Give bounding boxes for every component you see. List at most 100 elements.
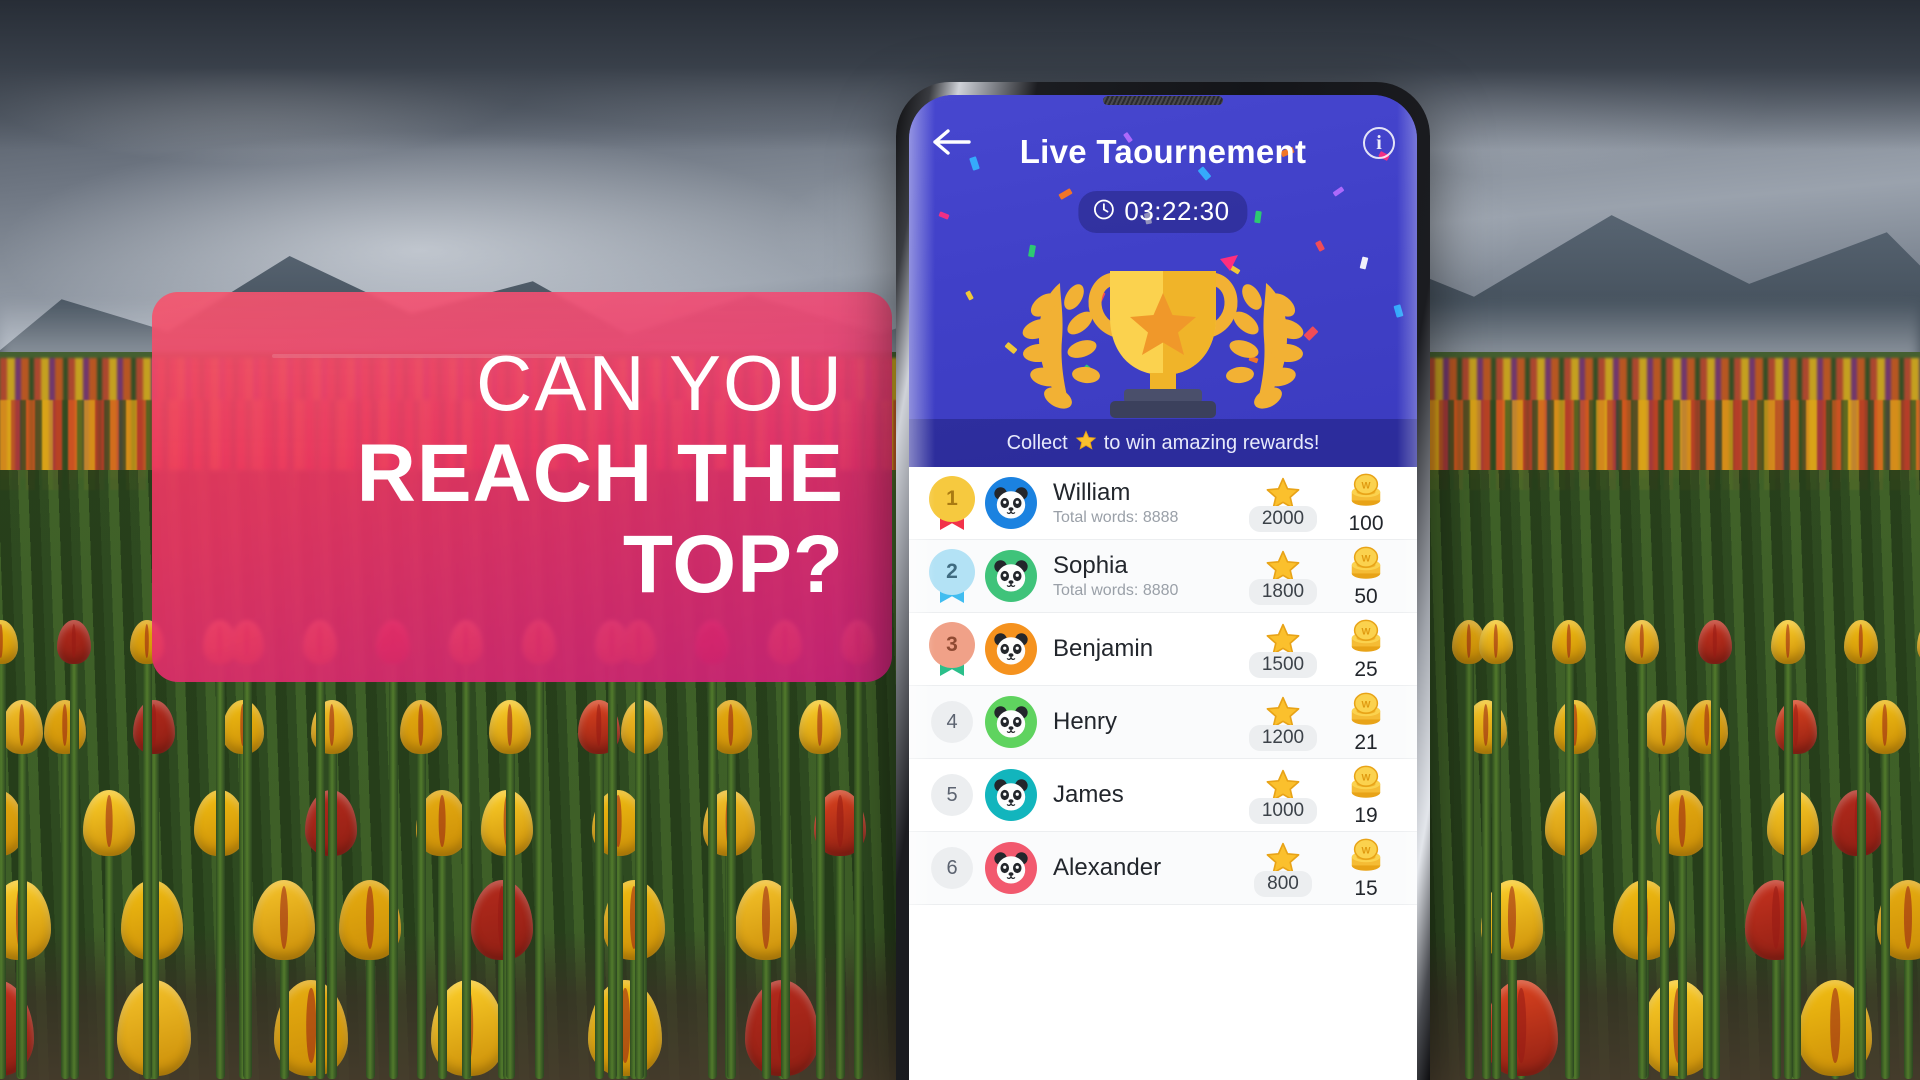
rank-number: 6 (931, 847, 973, 889)
star-icon (1075, 429, 1097, 457)
leaderboard-row[interactable]: 1 William Total words: 8888 2000 W 100 (909, 467, 1417, 540)
confetti-piece (965, 290, 974, 301)
player-name: James (1053, 781, 1124, 809)
coin-reward-value: 21 (1354, 730, 1378, 754)
svg-text:W: W (1362, 699, 1371, 710)
confetti-piece (1359, 256, 1369, 270)
coin-stack-icon: W (1344, 765, 1388, 805)
svg-text:W: W (1362, 845, 1371, 856)
coin-stack-icon: W (1344, 692, 1388, 732)
avatar[interactable] (985, 550, 1037, 602)
rank-number: 5 (931, 774, 973, 816)
medal-badge-3: 3 (929, 622, 975, 676)
leaderboard[interactable]: 1 William Total words: 8888 2000 W 100 2 Sophia… (909, 467, 1417, 1080)
coin-reward-cell: W 100 (1325, 471, 1407, 536)
coin-stack-icon: W (1344, 546, 1388, 586)
confetti-piece (1254, 210, 1262, 224)
arrow-left-icon[interactable] (931, 125, 971, 159)
timer-value: 03:22:30 (1124, 196, 1230, 226)
promo-line-2: REACH THE (356, 427, 844, 519)
trophy-icon (998, 235, 1328, 420)
coin-reward-cell: W 25 (1325, 617, 1407, 682)
player-info: Benjamin (1037, 635, 1241, 663)
phone-screen: Live Taournement i 03:22:30 Collect to w… (909, 95, 1417, 1080)
coin-reward-value: 19 (1354, 803, 1378, 827)
medal-rank-number: 1 (929, 476, 975, 522)
leaderboard-row[interactable]: 6 Alexander 800 W 15 (909, 832, 1417, 905)
coin-reward-value: 100 (1348, 511, 1384, 535)
collect-prefix: Collect (1006, 431, 1068, 454)
confetti-piece (938, 211, 950, 220)
confetti-piece (1332, 186, 1345, 197)
player-info: Sophia Total words: 8880 (1037, 552, 1241, 600)
coin-reward-cell: W 19 (1325, 763, 1407, 828)
star-score-cell: 1500 (1241, 621, 1325, 678)
svg-text:W: W (1362, 772, 1371, 783)
medal-rank-number: 3 (929, 622, 975, 668)
avatar[interactable] (985, 696, 1037, 748)
info-icon[interactable]: i (1363, 127, 1395, 159)
leaderboard-row[interactable]: 3 Benjamin 1500 W 25 (909, 613, 1417, 686)
star-score-cell: 1200 (1241, 694, 1325, 751)
avatar[interactable] (985, 623, 1037, 675)
player-info: Alexander (1037, 854, 1241, 882)
app-header: Live Taournement i 03:22:30 Collect to w… (909, 95, 1417, 467)
player-subtitle: Total words: 8888 (1053, 508, 1179, 526)
coin-reward-value: 25 (1354, 657, 1378, 681)
player-name: Benjamin (1053, 635, 1154, 663)
medal-rank-number: 2 (929, 549, 975, 595)
coin-reward-cell: W 50 (1325, 544, 1407, 609)
rank-cell: 5 (923, 774, 981, 816)
leaderboard-row[interactable]: 4 Henry 1200 W 21 (909, 686, 1417, 759)
star-score-cell: 2000 (1241, 475, 1325, 532)
svg-text:W: W (1362, 553, 1371, 564)
avatar[interactable] (985, 769, 1037, 821)
earpiece-speaker (1103, 96, 1223, 105)
medal-badge-1: 1 (929, 476, 975, 530)
star-score-value: 1000 (1248, 797, 1318, 824)
confetti-piece (1393, 304, 1404, 318)
star-score-value: 1500 (1248, 651, 1318, 678)
player-info: William Total words: 8888 (1037, 479, 1241, 527)
rank-cell: 2 (923, 549, 981, 603)
collect-banner: Collect to win amazing rewards! (909, 419, 1417, 467)
rank-cell: 1 (923, 476, 981, 530)
promo-line-1: CAN YOU (476, 339, 844, 427)
player-info: James (1037, 781, 1241, 809)
star-score-value: 800 (1254, 870, 1312, 897)
star-score-cell: 1800 (1241, 548, 1325, 605)
phone-mockup: Live Taournement i 03:22:30 Collect to w… (896, 82, 1430, 1080)
rank-number: 4 (931, 701, 973, 743)
star-score-value: 2000 (1248, 505, 1318, 532)
page-title: Live Taournement (1019, 133, 1307, 170)
star-score-value: 1200 (1248, 724, 1318, 751)
star-score-value: 1800 (1248, 578, 1318, 605)
rank-cell: 6 (923, 847, 981, 889)
collect-suffix: to win amazing rewards! (1103, 431, 1320, 454)
svg-text:W: W (1362, 480, 1371, 491)
player-name: Henry (1053, 708, 1118, 736)
coin-stack-icon: W (1344, 838, 1388, 878)
tournament-timer: 03:22:30 (1078, 191, 1248, 233)
svg-text:W: W (1362, 626, 1371, 637)
coin-reward-cell: W 21 (1325, 690, 1407, 755)
player-subtitle: Total words: 8880 (1053, 581, 1179, 599)
avatar[interactable] (985, 477, 1037, 529)
player-name: William (1053, 479, 1131, 507)
coin-reward-cell: W 15 (1325, 836, 1407, 901)
promo-card: CAN YOU REACH THE TOP? (152, 292, 892, 682)
coin-reward-value: 15 (1354, 876, 1378, 900)
leaderboard-row[interactable]: 5 James 1000 W 19 (909, 759, 1417, 832)
player-info: Henry (1037, 708, 1241, 736)
star-score-cell: 1000 (1241, 767, 1325, 824)
player-name: Alexander (1053, 854, 1162, 882)
leaderboard-row[interactable]: 2 Sophia Total words: 8880 1800 W 50 (909, 540, 1417, 613)
coin-reward-value: 50 (1354, 584, 1378, 608)
player-name: Sophia (1053, 552, 1128, 580)
rank-cell: 3 (923, 622, 981, 676)
clock-icon (1092, 198, 1115, 226)
coin-stack-icon: W (1344, 619, 1388, 659)
avatar[interactable] (985, 842, 1037, 894)
coin-stack-icon: W (1344, 473, 1388, 513)
star-score-cell: 800 (1241, 840, 1325, 897)
